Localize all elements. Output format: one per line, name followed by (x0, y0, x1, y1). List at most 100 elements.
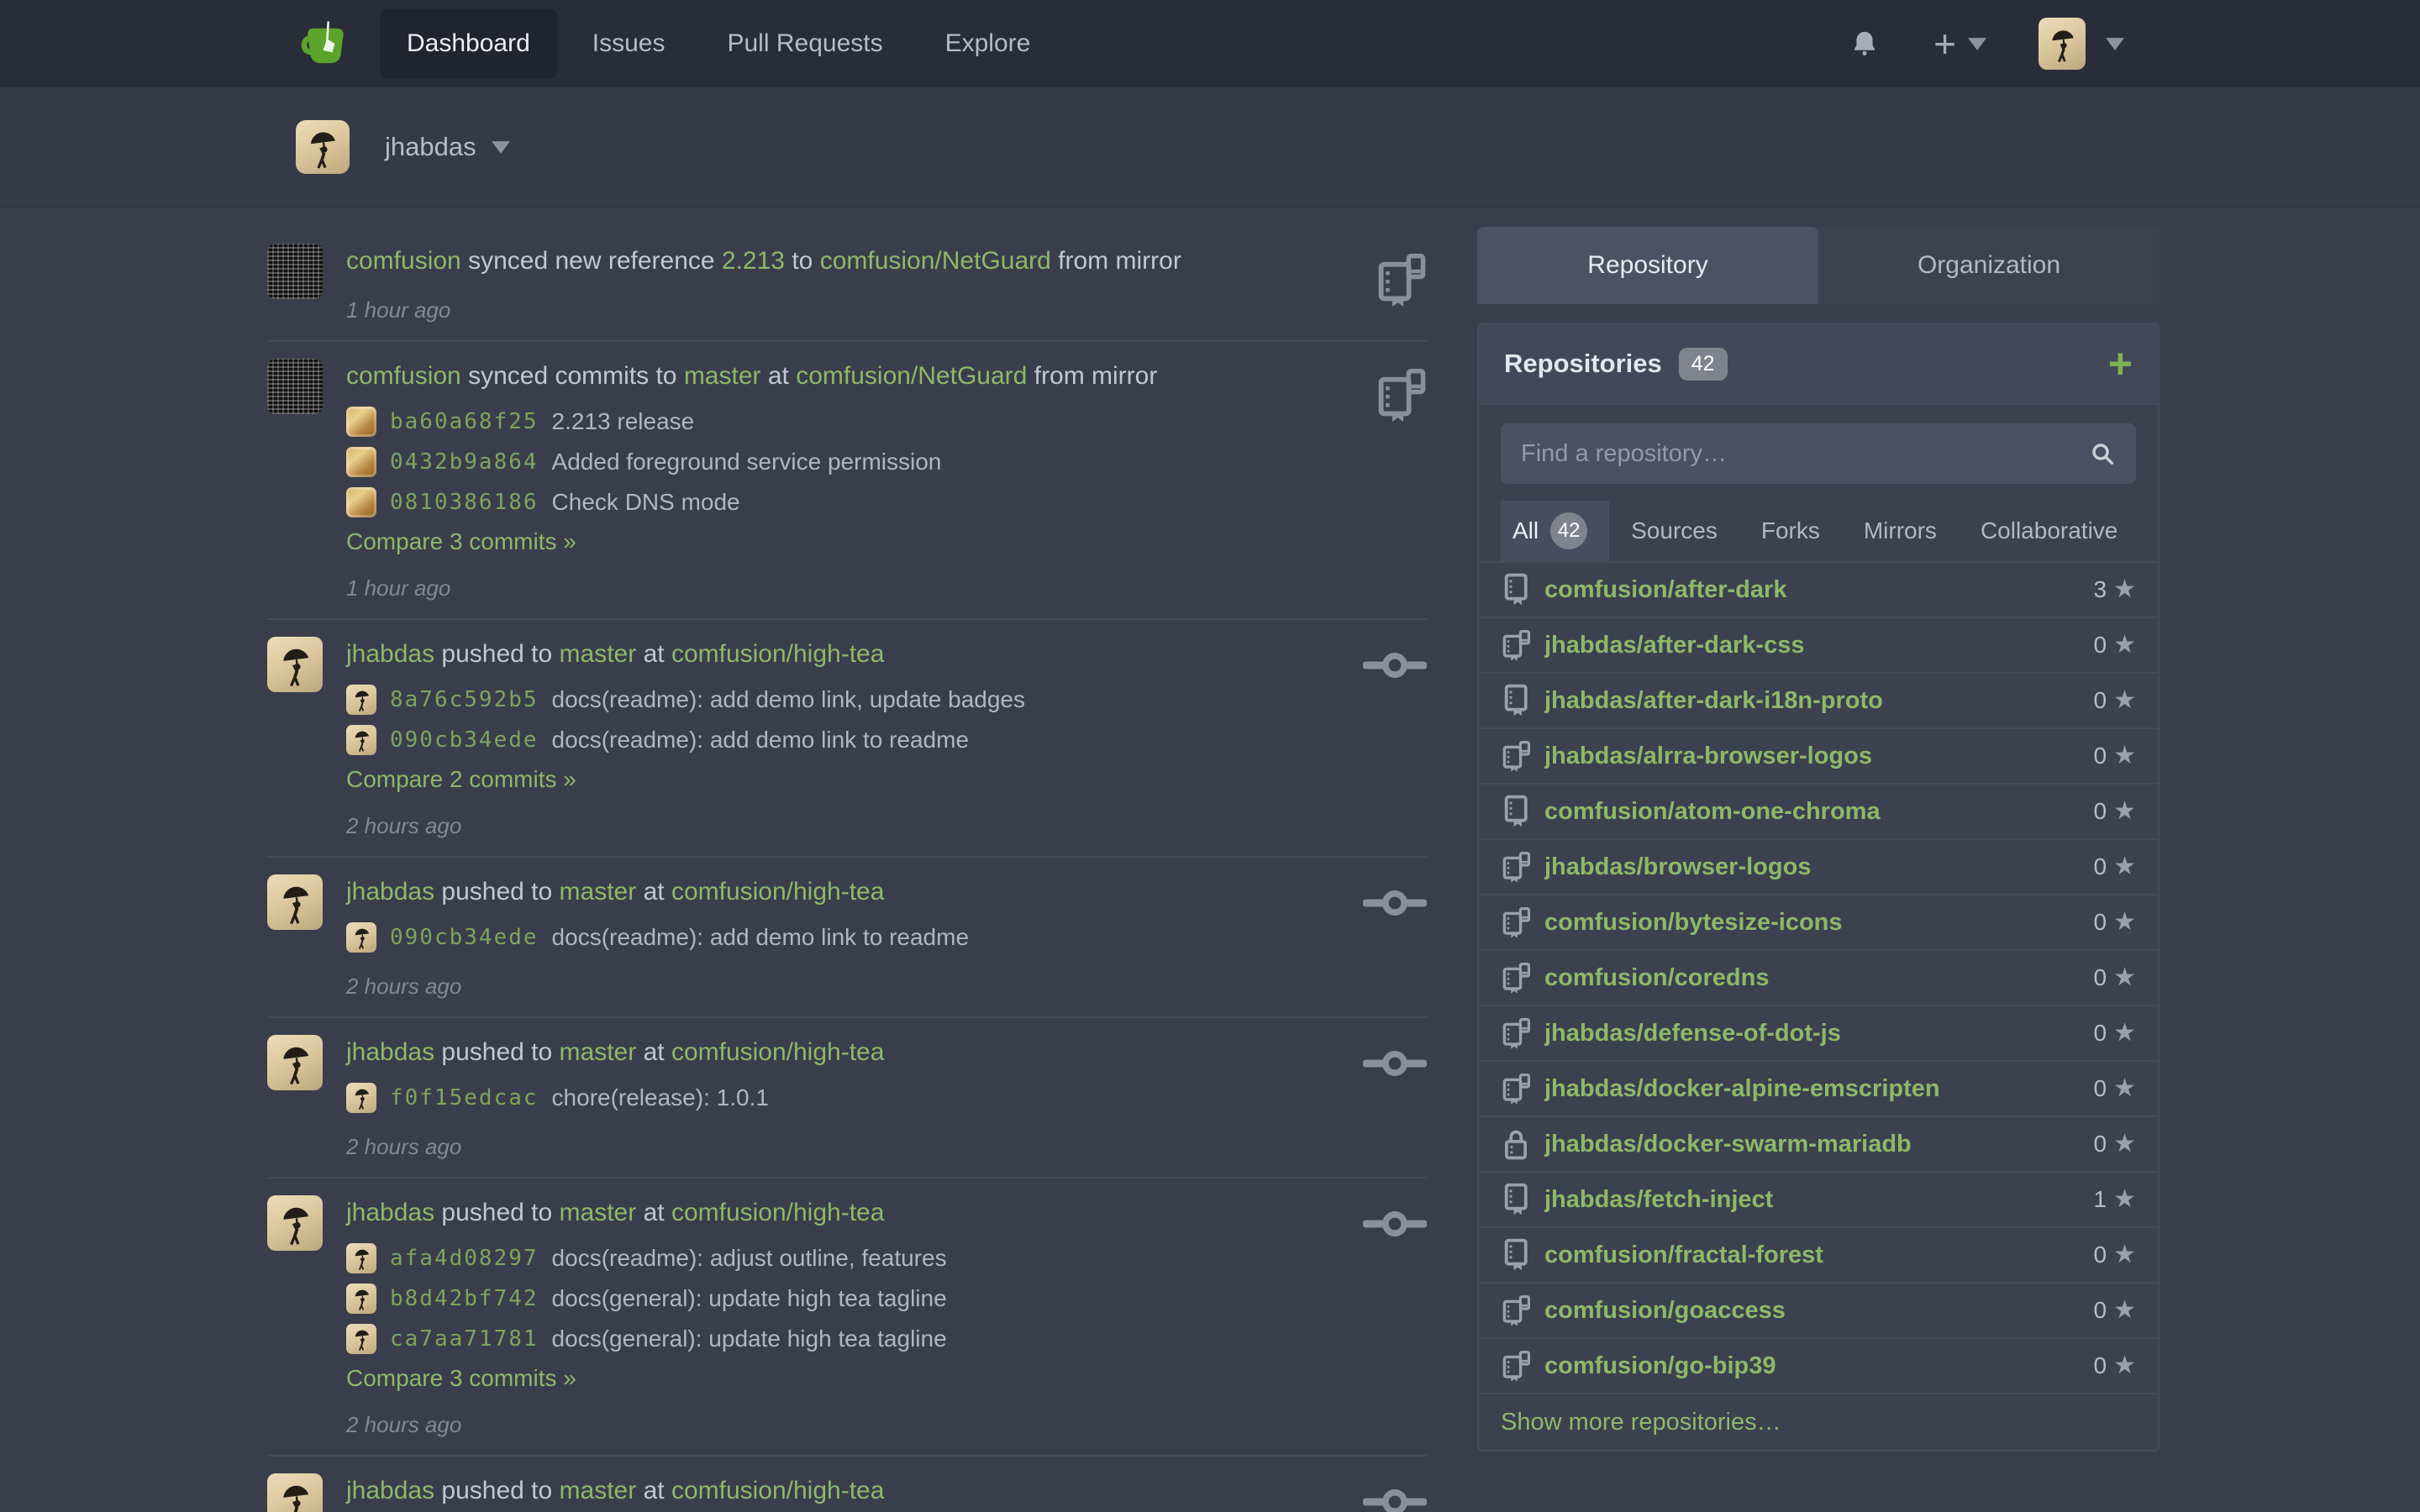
context-username[interactable]: jhabdas (385, 132, 476, 162)
feed-link[interactable]: comfusion/high-tea (671, 878, 884, 906)
feed-link[interactable]: jhabdas (346, 640, 434, 668)
repo-search-input[interactable] (1521, 440, 2089, 468)
nav-item[interactable]: Pull Requests (700, 9, 909, 78)
feed-link[interactable]: jhabdas (346, 1038, 434, 1066)
commit-row: ca7aa71781 docs(general): update high te… (346, 1323, 1326, 1355)
repo-filter[interactable]: All 42 (1501, 501, 1609, 561)
repo-row[interactable]: comfusion/go-bip39 0 ★ (1479, 1339, 2158, 1394)
nav-item[interactable]: Explore (918, 9, 1058, 78)
feed-link[interactable]: comfusion/high-tea (671, 640, 884, 668)
star-count: 0 (2094, 687, 2107, 714)
compare-commits-link[interactable]: Compare 3 commits » (346, 528, 1326, 555)
commit-hash-link[interactable]: b8d42bf742 (390, 1286, 539, 1311)
repo-row[interactable]: jhabdas/alrra-browser-logos 0 ★ (1479, 729, 2158, 785)
gitea-logo[interactable] (296, 16, 351, 71)
feed-item: jhabdas pushed to master at comfusion/hi… (267, 1179, 1427, 1457)
repo-row[interactable]: jhabdas/after-dark-css 0 ★ (1479, 618, 2158, 674)
user-menu[interactable] (2039, 18, 2124, 70)
commit-hash-link[interactable]: ca7aa71781 (390, 1326, 539, 1352)
repo-row[interactable]: comfusion/after-dark 3 ★ (1479, 563, 2158, 618)
repo-stars: 0 ★ (2094, 1020, 2136, 1047)
nav-item[interactable]: Issues (566, 9, 692, 78)
repo-name-link[interactable]: comfusion/bytesize-icons (1544, 909, 1843, 937)
repo-search-box (1501, 423, 2136, 484)
repo-name-link[interactable]: comfusion/atom-one-chroma (1544, 798, 1881, 826)
commit-hash-link[interactable]: f0f15edcac (390, 1085, 539, 1110)
feed-link[interactable]: comfusion/NetGuard (820, 247, 1051, 275)
feed-link[interactable]: comfusion (346, 247, 461, 275)
repo-row[interactable]: comfusion/bytesize-icons 0 ★ (1479, 895, 2158, 951)
commit-hash-link[interactable]: ba60a68f25 (390, 409, 539, 434)
repo-row[interactable]: comfusion/fractal-forest 0 ★ (1479, 1228, 2158, 1284)
feed-link[interactable]: master (560, 1038, 637, 1066)
repo-name-link[interactable]: comfusion/fractal-forest (1544, 1242, 1823, 1269)
repo-filter[interactable]: Forks (1739, 501, 1842, 561)
repo-row[interactable]: comfusion/coredns 0 ★ (1479, 951, 2158, 1006)
repo-name-link[interactable]: jhabdas/fetch-inject (1544, 1186, 1773, 1214)
repo-row[interactable]: comfusion/atom-one-chroma 0 ★ (1479, 785, 2158, 840)
repo-name-link[interactable]: jhabdas/docker-alpine-emscripten (1544, 1075, 1940, 1103)
add-repository-button[interactable]: + (2108, 347, 2133, 381)
feed-link[interactable]: comfusion/NetGuard (796, 362, 1027, 390)
repo-row[interactable]: jhabdas/fetch-inject 1 ★ (1479, 1173, 2158, 1228)
commit-hash-link[interactable]: 090cb34ede (390, 925, 539, 950)
feed-link[interactable]: 2.213 (722, 247, 785, 275)
repo-filter[interactable]: Sources (1609, 501, 1739, 561)
feed-link[interactable]: comfusion/high-tea (671, 1477, 884, 1504)
star-icon: ★ (2113, 1076, 2136, 1101)
repo-name-link[interactable]: comfusion/go-bip39 (1544, 1352, 1776, 1380)
repo-name-link[interactable]: comfusion/coredns (1544, 964, 1770, 992)
feed-link[interactable]: jhabdas (346, 1477, 434, 1504)
feed-link[interactable]: master (560, 1477, 637, 1504)
repo-name-link[interactable]: comfusion/goaccess (1544, 1297, 1786, 1325)
commit-hash-link[interactable]: 0432b9a864 (390, 449, 539, 475)
repo-row[interactable]: jhabdas/docker-swarm-mariadb 0 ★ (1479, 1117, 2158, 1173)
feed-type-icon (1375, 364, 1427, 426)
repo-name-link[interactable]: jhabdas/alrra-browser-logos (1544, 743, 1872, 770)
search-icon[interactable] (2089, 440, 2116, 467)
feed-link[interactable]: comfusion (346, 362, 461, 390)
repo-name-link[interactable]: jhabdas/after-dark-css (1544, 632, 1804, 659)
repo-row[interactable]: jhabdas/docker-alpine-emscripten 0 ★ (1479, 1062, 2158, 1117)
feed-item-timestamp: 2 hours ago (346, 1412, 1326, 1438)
repo-name-link[interactable]: jhabdas/after-dark-i18n-proto (1544, 687, 1883, 715)
feed-link[interactable]: jhabdas (346, 1199, 434, 1226)
repo-name-link[interactable]: jhabdas/browser-logos (1544, 853, 1811, 881)
feed-link[interactable]: comfusion/high-tea (671, 1199, 884, 1226)
repo-row[interactable]: comfusion/goaccess 0 ★ (1479, 1284, 2158, 1339)
compare-commits-link[interactable]: Compare 3 commits » (346, 1365, 1326, 1392)
show-more-repositories-link[interactable]: Show more repositories… (1479, 1394, 2158, 1450)
context-avatar[interactable] (296, 120, 350, 174)
chevron-down-icon[interactable] (492, 141, 510, 154)
repo-stars: 0 ★ (2094, 909, 2136, 936)
feed-link[interactable]: master (560, 1199, 637, 1226)
feed-link[interactable]: master (560, 640, 637, 668)
tab-organization[interactable]: Organization (1818, 227, 2160, 304)
commit-hash-link[interactable]: afa4d08297 (390, 1246, 539, 1271)
nav-item[interactable]: Dashboard (380, 9, 557, 78)
repo-name-link[interactable]: comfusion/after-dark (1544, 576, 1786, 604)
commit-message: docs(readme): add demo link to readme (552, 924, 969, 951)
repo-name-link[interactable]: jhabdas/defense-of-dot-js (1544, 1020, 1841, 1047)
repo-row[interactable]: jhabdas/after-dark-i18n-proto 0 ★ (1479, 674, 2158, 729)
repo-filter[interactable]: Collaborative (1959, 501, 2139, 561)
feed-link[interactable]: jhabdas (346, 878, 434, 906)
tab-repository[interactable]: Repository (1477, 227, 1818, 304)
feed-link[interactable]: comfusion/high-tea (671, 1038, 884, 1066)
repo-row[interactable]: jhabdas/browser-logos 0 ★ (1479, 840, 2158, 895)
commit-hash-link[interactable]: 090cb34ede (390, 727, 539, 753)
feed-link[interactable]: master (684, 362, 761, 390)
commit-hash-link[interactable]: 8a76c592b5 (390, 687, 539, 712)
repo-row[interactable]: jhabdas/defense-of-dot-js 0 ★ (1479, 1006, 2158, 1062)
commit-row: 0810386186 Check DNS mode (346, 486, 1326, 518)
notifications-bell-icon[interactable] (1849, 27, 1880, 60)
create-new-dropdown[interactable]: + (1933, 24, 1986, 63)
feed-link[interactable]: master (560, 878, 637, 906)
navbar-right: + (1849, 18, 2124, 70)
commit-hash-link[interactable]: 0810386186 (390, 490, 539, 515)
commit-row: ba60a68f25 2.213 release (346, 406, 1326, 438)
repo-name-link[interactable]: jhabdas/docker-swarm-mariadb (1544, 1131, 1912, 1158)
repositories-panel: Repositories 42 + All 42 Sources Forks M (1477, 323, 2160, 1452)
repo-filter[interactable]: Mirrors (1842, 501, 1959, 561)
compare-commits-link[interactable]: Compare 2 commits » (346, 766, 1326, 793)
